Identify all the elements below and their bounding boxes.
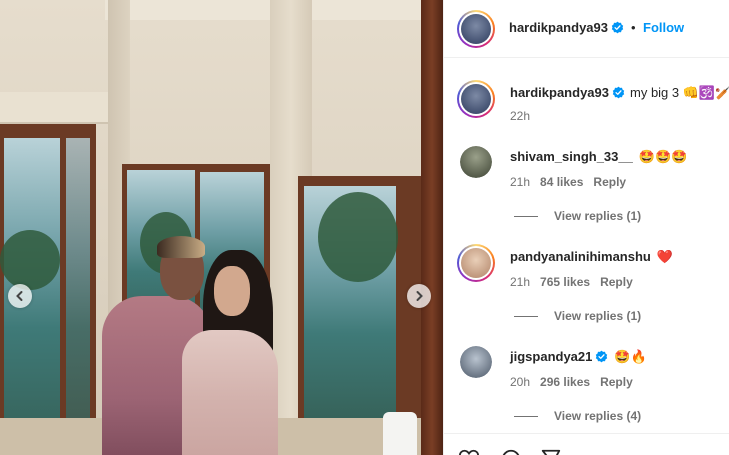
comment-username[interactable]: shivam_singh_33__ xyxy=(510,149,633,164)
follow-button[interactable]: Follow xyxy=(643,20,684,35)
header-separator: • xyxy=(631,20,636,35)
comment-reply-button[interactable]: Reply xyxy=(593,175,626,189)
view-replies-button[interactable]: View replies (1) xyxy=(514,309,641,323)
comment-username[interactable]: pandyanalinihimanshu xyxy=(510,249,651,264)
view-replies-label: View replies (1) xyxy=(554,209,642,223)
white-stool xyxy=(383,412,417,455)
author-username-text[interactable]: hardikpandya93 xyxy=(509,20,608,35)
comment-avatar[interactable] xyxy=(457,244,495,282)
verified-badge-icon xyxy=(596,350,608,363)
heart-icon[interactable] xyxy=(458,448,480,455)
comment-icon[interactable] xyxy=(500,448,522,455)
verified-badge-icon xyxy=(612,86,625,99)
post-side-panel: hardikpandya93 • Follow hardikpandya93 my… xyxy=(443,0,729,455)
author-avatar[interactable] xyxy=(457,10,495,48)
chevron-right-icon xyxy=(416,291,423,301)
caption-author-avatar[interactable] xyxy=(457,80,495,118)
replies-divider xyxy=(514,216,538,218)
photo-ledge xyxy=(0,92,115,124)
comment-row: jigspandya21 🤩🔥 xyxy=(510,349,647,365)
comment-likes[interactable]: 296 likes xyxy=(540,375,590,389)
author-username[interactable]: hardikpandya93 xyxy=(509,20,624,35)
comment-meta: 21h 84 likes Reply xyxy=(510,175,636,189)
comment-likes[interactable]: 765 likes xyxy=(540,275,590,289)
post-action-bar xyxy=(444,433,729,455)
view-replies-button[interactable]: View replies (4) xyxy=(514,409,641,423)
comment-row: shivam_singh_33__ 🤩🤩🤩 xyxy=(510,149,687,165)
view-replies-button[interactable]: View replies (1) xyxy=(514,209,641,223)
caption-time[interactable]: 22h xyxy=(510,109,530,123)
caption-text: my big 3 👊🕉️🏏 xyxy=(630,85,729,100)
comment-row: pandyanalinihimanshu ❤️ xyxy=(510,249,673,265)
verified-badge-icon xyxy=(611,21,624,34)
comment-time[interactable]: 21h xyxy=(510,275,530,289)
caption-author-username[interactable]: hardikpandya93 xyxy=(510,85,609,100)
share-icon[interactable] xyxy=(540,448,562,455)
comment-text: 🤩🤩🤩 xyxy=(638,150,688,165)
comment-meta: 21h 765 likes Reply xyxy=(510,275,643,289)
carousel-next-button[interactable] xyxy=(407,284,431,308)
replies-divider xyxy=(514,416,538,418)
comment-time[interactable]: 21h xyxy=(510,175,530,189)
comment-text: 🤩🔥 xyxy=(614,350,647,365)
comment-meta: 20h 296 likes Reply xyxy=(510,375,643,389)
comment-avatar[interactable] xyxy=(460,346,492,378)
comment-username[interactable]: jigspandya21 xyxy=(510,349,592,364)
chevron-left-icon xyxy=(16,291,23,301)
view-replies-label: View replies (4) xyxy=(554,409,642,423)
comment-reply-button[interactable]: Reply xyxy=(600,275,633,289)
tree-right xyxy=(318,192,398,282)
left-window-glass-2 xyxy=(66,138,90,455)
comment-time[interactable]: 20h xyxy=(510,375,530,389)
post-modal: hardikpandya93 • Follow hardikpandya93 my… xyxy=(0,0,729,455)
woman-figure xyxy=(182,330,278,455)
post-photo[interactable] xyxy=(0,0,443,455)
carousel-prev-button[interactable] xyxy=(8,284,32,308)
comment-text: ❤️ xyxy=(656,250,674,265)
man-hair xyxy=(157,236,205,258)
comment-reply-button[interactable]: Reply xyxy=(600,375,633,389)
comment-likes[interactable]: 84 likes xyxy=(540,175,583,189)
wooden-beam xyxy=(421,0,443,455)
post-header: hardikpandya93 • Follow xyxy=(444,0,729,58)
comment-avatar[interactable] xyxy=(460,146,492,178)
tree-left xyxy=(0,230,60,290)
woman-face xyxy=(214,266,250,316)
replies-divider xyxy=(514,316,538,318)
post-caption: hardikpandya93 my big 3 👊🕉️🏏 xyxy=(510,85,729,101)
view-replies-label: View replies (1) xyxy=(554,309,642,323)
